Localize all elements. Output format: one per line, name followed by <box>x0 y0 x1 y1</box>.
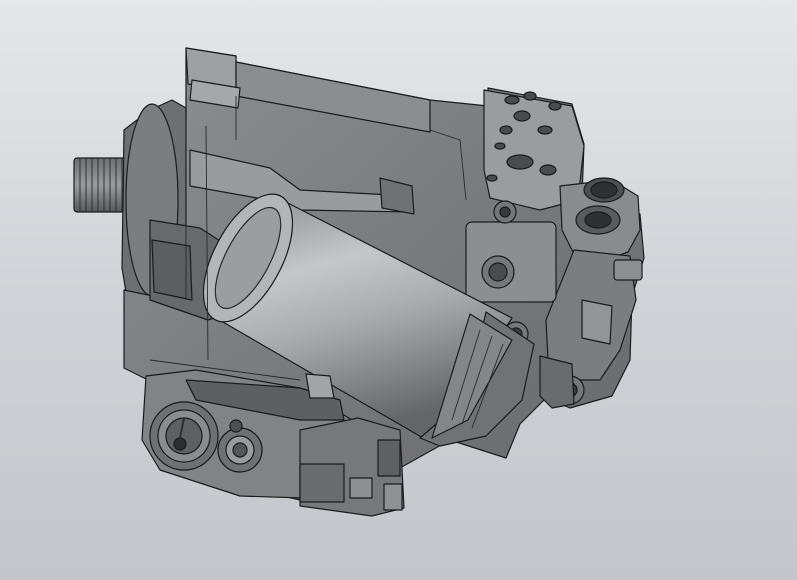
pump-model-drawing <box>73 47 645 517</box>
bottom-bracket <box>299 417 405 517</box>
cad-viewport[interactable] <box>0 0 797 580</box>
